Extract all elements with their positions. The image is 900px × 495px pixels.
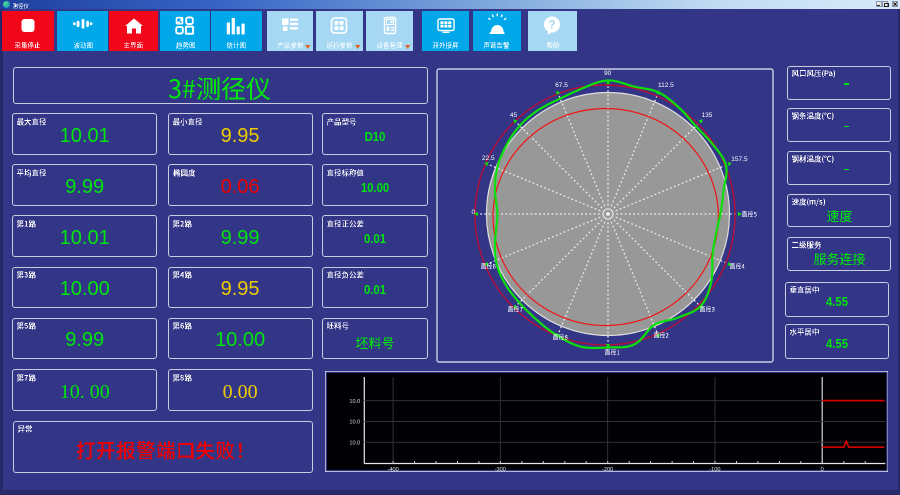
svg-text:10.0: 10.0: [349, 419, 360, 425]
svg-text:-100: -100: [709, 467, 720, 472]
svg-text:10.0: 10.0: [349, 399, 360, 405]
svg-text:-200: -200: [602, 467, 613, 472]
svg-text:-300: -300: [494, 467, 505, 472]
svg-text:10.0: 10.0: [349, 440, 360, 446]
svg-text:0: 0: [820, 467, 823, 472]
svg-text:?: ?: [549, 20, 556, 32]
svg-text:-400: -400: [387, 467, 398, 472]
